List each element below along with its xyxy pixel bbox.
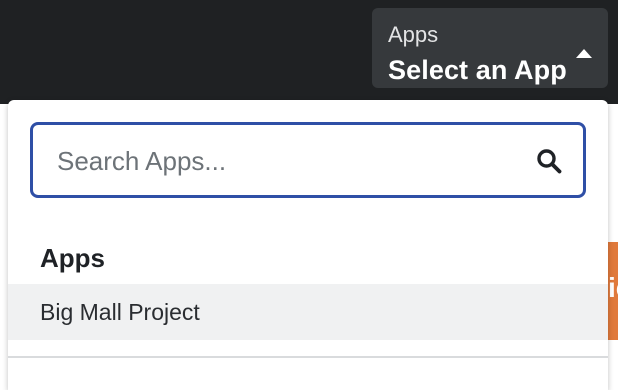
app-selector-button[interactable]: Apps Select an App [372,8,608,88]
app-dropdown-panel: Apps Big Mall Project [8,100,608,390]
background-orange-button-text: ic [608,272,618,303]
app-list-item-label: Big Mall Project [40,299,200,325]
dropdown-divider [8,356,608,358]
search-icon[interactable] [536,148,562,174]
app-selector-value: Select an App [388,55,567,85]
top-navigation-bar: Apps Select an App [0,0,618,104]
caret-up-icon [576,49,592,58]
apps-section-heading: Apps [40,243,105,273]
app-list-item-big-mall-project[interactable]: Big Mall Project [8,284,608,340]
search-input[interactable] [57,143,507,179]
app-selector-label: Apps [388,22,439,47]
search-box [30,122,586,198]
